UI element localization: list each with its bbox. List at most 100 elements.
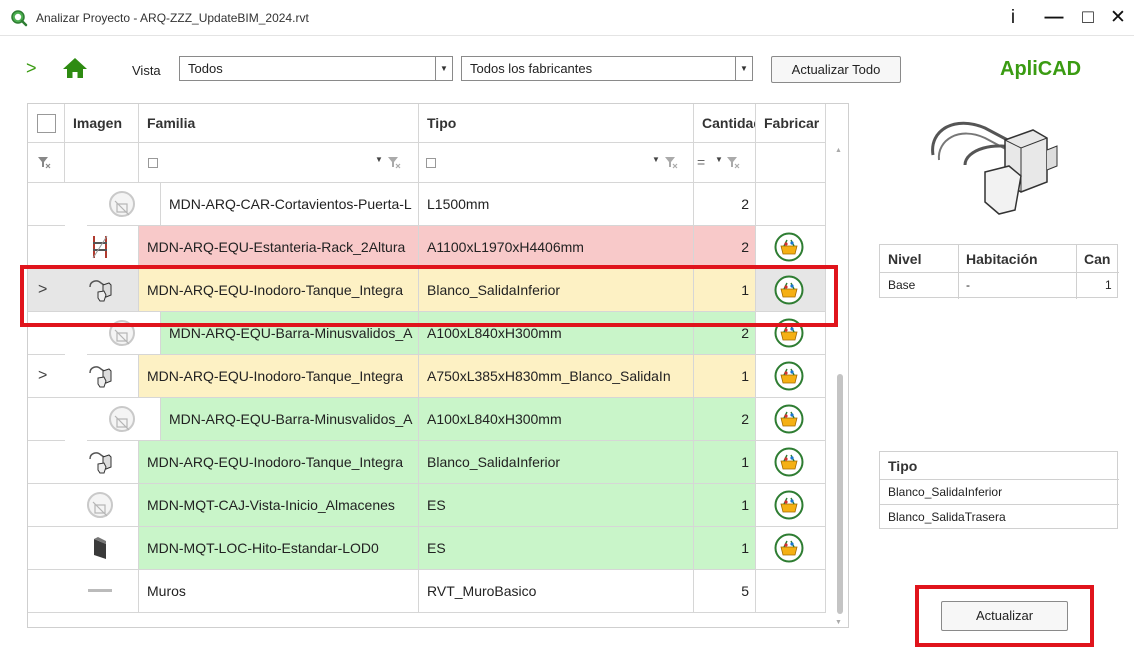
no-image-icon: [109, 406, 135, 432]
type-option[interactable]: Blanco_SalidaTrasera: [888, 510, 1006, 524]
row-image-cell: [65, 441, 139, 484]
fabricantes-dropdown-value: Todos los fabricantes: [470, 61, 593, 76]
toilet-preview-image: [931, 121, 1058, 215]
row-expander-cell[interactable]: >: [28, 355, 65, 398]
no-image-icon: [109, 191, 135, 217]
table-row[interactable]: MDN-MQT-CAJ-Vista-Inicio_Almacenes ES 1: [28, 484, 828, 527]
no-image-icon: [87, 492, 113, 518]
update-all-button[interactable]: Actualizar Todo: [771, 56, 901, 83]
fabricar-cell[interactable]: [756, 355, 826, 398]
chevron-down-icon: ▼: [735, 57, 752, 80]
table-row[interactable]: > MDN-ARQ-EQU-Inodoro-Tanque_Integra A750x…: [28, 355, 828, 398]
maximize-button[interactable]: □: [1076, 6, 1100, 30]
table-row[interactable]: MDN-MQT-LOC-Hito-Estandar-LOD0 ES 1: [28, 527, 828, 570]
scroll-up-icon[interactable]: ▲: [835, 147, 842, 154]
tipo-cell[interactable]: A750xL385xH830mm_Blanco_SalidaIn: [419, 355, 694, 398]
fabricar-cell[interactable]: [756, 527, 826, 570]
room-header[interactable]: Habitación: [966, 251, 1038, 267]
familia-cell[interactable]: MDN-ARQ-EQU-Inodoro-Tanque_Integra: [139, 441, 419, 484]
familia-cell[interactable]: MDN-MQT-CAJ-Vista-Inicio_Almacenes: [139, 484, 419, 527]
table-row[interactable]: MDN-ARQ-CAR-Cortavientos-Puerta-L L1500mm…: [28, 183, 828, 226]
clear-filter-icon[interactable]: [664, 156, 678, 169]
tipo-cell[interactable]: L1500mm: [419, 183, 694, 226]
filter-dropdown-icon[interactable]: ▼: [652, 155, 660, 164]
row-expander-cell: [28, 527, 65, 570]
minimize-button[interactable]: —: [1040, 6, 1068, 30]
familia-cell[interactable]: MDN-MQT-LOC-Hito-Estandar-LOD0: [139, 527, 419, 570]
fabricate-basket-icon[interactable]: [774, 232, 804, 262]
tipo-cell[interactable]: ES: [419, 527, 694, 570]
table-row[interactable]: Muros RVT_MuroBasico 5: [28, 570, 828, 613]
fabricantes-dropdown[interactable]: Todos los fabricantes ▼: [461, 56, 753, 81]
filter-operator-icon[interactable]: [426, 158, 436, 168]
familia-filter[interactable]: ▼: [139, 143, 419, 183]
expand-row-icon[interactable]: >: [38, 355, 47, 397]
filter-dropdown-icon[interactable]: ▼: [375, 155, 383, 164]
familia-cell[interactable]: MDN-ARQ-CAR-Cortavientos-Puerta-L: [161, 183, 419, 226]
info-button[interactable]: i: [1003, 6, 1023, 30]
level-header[interactable]: Nivel: [888, 251, 921, 267]
column-header-cantidad[interactable]: Cantidad: [694, 104, 756, 143]
room-value[interactable]: -: [966, 278, 970, 292]
row-expander-cell: [28, 484, 65, 527]
home-icon[interactable]: [62, 56, 88, 80]
vista-label: Vista: [132, 63, 161, 78]
column-header-tipo[interactable]: Tipo: [419, 104, 694, 143]
expand-panel-icon[interactable]: >: [26, 58, 37, 79]
fabricar-cell: [756, 570, 826, 613]
clear-filter-icon[interactable]: [726, 156, 740, 169]
cantidad-cell: 2: [694, 226, 756, 269]
tipo-cell[interactable]: ES: [419, 484, 694, 527]
table-row[interactable]: MDN-ARQ-EQU-Inodoro-Tanque_Integra Blanco…: [28, 441, 828, 484]
column-header-imagen[interactable]: Imagen: [65, 104, 139, 143]
type-option[interactable]: Blanco_SalidaInferior: [888, 485, 1002, 499]
type-header[interactable]: Tipo: [888, 458, 917, 474]
familia-cell[interactable]: Muros: [139, 570, 419, 613]
update-button[interactable]: Actualizar: [941, 601, 1068, 631]
filter-dropdown-icon[interactable]: ▼: [715, 155, 723, 164]
title-bar: Analizar Proyecto - ARQ-ZZZ_UpdateBIM_20…: [0, 0, 1134, 36]
count-header[interactable]: Can: [1084, 251, 1110, 267]
fabricate-basket-icon[interactable]: [774, 447, 804, 477]
filter-operator-icon[interactable]: [148, 158, 158, 168]
column-header-familia[interactable]: Familia: [139, 104, 419, 143]
fabricate-basket-icon[interactable]: [774, 490, 804, 520]
fabricar-cell[interactable]: [756, 226, 826, 269]
app-search-icon: [11, 10, 28, 27]
level-value[interactable]: Base: [888, 278, 915, 292]
tipo-cell[interactable]: Blanco_SalidaInferior: [419, 441, 694, 484]
cantidad-cell: 2: [694, 398, 756, 441]
select-all-checkbox[interactable]: [37, 114, 56, 133]
cantidad-filter[interactable]: = ▼: [694, 143, 756, 183]
clear-filters-cell[interactable]: [28, 143, 65, 183]
vertical-scrollbar[interactable]: [837, 374, 843, 614]
tipo-filter[interactable]: ▼: [419, 143, 694, 183]
table-row[interactable]: MDN-ARQ-EQU-Barra-Minusvalidos_A A100xL84…: [28, 398, 828, 441]
count-value[interactable]: 1: [1105, 278, 1112, 292]
row-image-cell: [65, 570, 139, 613]
fabricate-basket-icon[interactable]: [774, 361, 804, 391]
familia-cell[interactable]: MDN-ARQ-EQU-Estanteria-Rack_2Altura: [139, 226, 419, 269]
cantidad-cell: 1: [694, 484, 756, 527]
tipo-cell[interactable]: A1100xL1970xH4406mm: [419, 226, 694, 269]
select-all-header: [28, 104, 65, 143]
familia-cell[interactable]: MDN-ARQ-EQU-Inodoro-Tanque_Integra: [139, 355, 419, 398]
table-row[interactable]: MDN-ARQ-EQU-Estanteria-Rack_2Altura A1100…: [28, 226, 828, 269]
vista-dropdown[interactable]: Todos ▼: [179, 56, 453, 81]
row-expander-cell: [28, 441, 65, 484]
scroll-down-icon[interactable]: ▼: [835, 619, 842, 626]
familia-cell[interactable]: MDN-ARQ-EQU-Barra-Minusvalidos_A: [161, 398, 419, 441]
fabricar-cell[interactable]: [756, 484, 826, 527]
row-image-cell: [65, 527, 139, 570]
close-button[interactable]: ✕: [1106, 6, 1130, 30]
fabricar-cell[interactable]: [756, 398, 826, 441]
row-image-cell: [65, 484, 139, 527]
fabricate-basket-icon[interactable]: [774, 404, 804, 434]
column-header-fabricar[interactable]: Fabricar: [756, 104, 826, 143]
clear-filter-icon[interactable]: [387, 156, 401, 169]
fabricar-cell[interactable]: [756, 441, 826, 484]
tipo-cell[interactable]: RVT_MuroBasico: [419, 570, 694, 613]
fabricate-basket-icon[interactable]: [774, 533, 804, 563]
tipo-cell[interactable]: A100xL840xH300mm: [419, 398, 694, 441]
marker-thumbnail: [94, 537, 106, 559]
